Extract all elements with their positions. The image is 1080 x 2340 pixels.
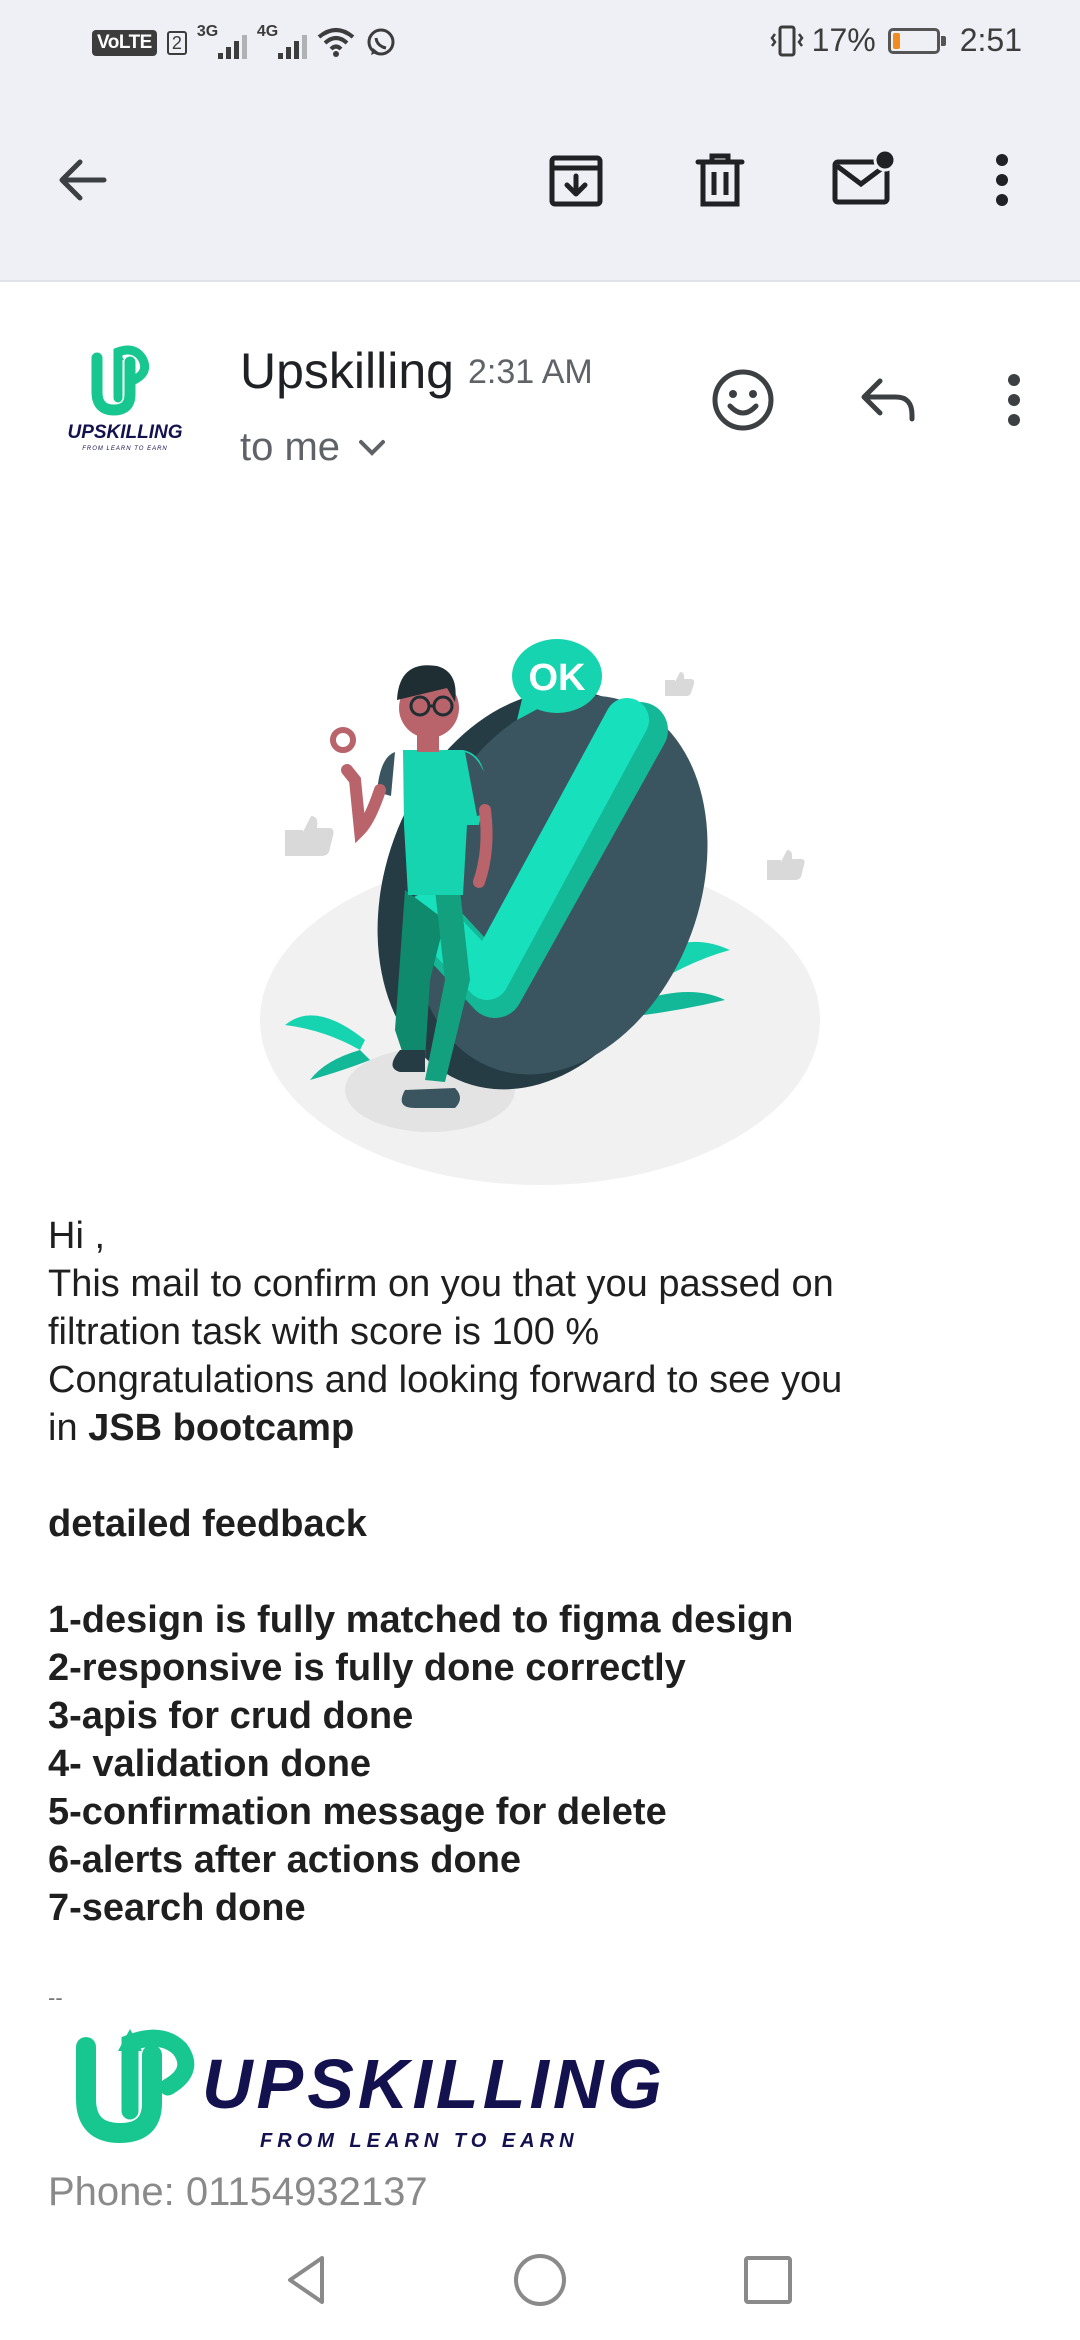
feedback-item: 4- validation done — [48, 1743, 372, 1785]
svg-text:OK: OK — [529, 657, 587, 699]
svg-text:UPSKILLING: UPSKILLING — [67, 422, 182, 443]
delete-button[interactable] — [680, 140, 760, 220]
more-vert-icon — [996, 154, 1008, 206]
nav-home-button[interactable] — [510, 2250, 570, 2310]
whatsapp-icon — [367, 28, 395, 56]
feedback-item: 1-design is fully matched to figma desig… — [48, 1599, 794, 1641]
body-line: in JSB bootcamp — [48, 1407, 355, 1449]
feedback-item: 7-search done — [48, 1887, 306, 1929]
svg-text:FROM LEARN TO EARN: FROM LEARN TO EARN — [260, 2130, 579, 2152]
signature-phone: Phone: 01154932137 — [48, 2170, 428, 2214]
vibrate-icon — [770, 25, 804, 56]
wifi-icon — [317, 28, 355, 57]
trash-icon — [695, 153, 745, 207]
more-vert-icon — [1008, 374, 1020, 426]
nav-recents-icon — [744, 2256, 792, 2304]
upskilling-logo: UPSKILLING FROM LEARN TO EARN — [76, 2029, 666, 2152]
message-more-button[interactable] — [974, 360, 1054, 440]
feedback-item: 6-alerts after actions done — [48, 1839, 522, 1881]
battery-percent: 17% — [811, 22, 876, 58]
back-button[interactable] — [42, 140, 122, 220]
email-time: 2:31 AM — [468, 353, 593, 391]
success-illustration: OK — [260, 639, 820, 1185]
clock: 2:51 — [959, 22, 1022, 58]
arrow-back-icon — [59, 159, 107, 201]
chevron-down-icon — [359, 439, 386, 456]
nav-back-icon — [288, 2256, 324, 2304]
react-emoji-button[interactable] — [703, 360, 783, 440]
recipient-details-toggle[interactable]: to me — [240, 425, 386, 470]
signal-4g-icon: 4G — [257, 23, 307, 63]
body-line: Congratulations and looking forward to s… — [48, 1359, 843, 1401]
smiley-icon — [712, 369, 774, 431]
volte-badge: VoLTE — [92, 30, 157, 56]
body-line: filtration task with score is 100 % — [48, 1311, 600, 1353]
nav-recents-button[interactable] — [738, 2250, 798, 2310]
feedback-item: 3-apis for crud done — [48, 1695, 414, 1737]
mail-unread-icon — [832, 150, 895, 205]
sender-avatar[interactable]: UPSKILLING FROM LEARN TO EARN — [50, 340, 200, 460]
body-line: This mail to confirm on you that you pas… — [48, 1263, 834, 1305]
signature-separator: -- — [48, 1985, 63, 2010]
upskilling-logo-small: UPSKILLING FROM LEARN TO EARN — [67, 345, 183, 452]
mark-unread-button[interactable] — [823, 140, 903, 220]
reply-icon — [861, 378, 915, 422]
feedback-item: 2-responsive is fully done correctly — [48, 1647, 686, 1689]
nav-home-icon — [514, 2254, 566, 2306]
svg-text:FROM LEARN TO EARN: FROM LEARN TO EARN — [82, 446, 168, 452]
nav-back-button[interactable] — [278, 2250, 338, 2310]
signal-3g-icon: 3G — [197, 23, 247, 63]
feedback-title: detailed feedback — [48, 1503, 367, 1545]
system-nav-bar — [0, 2220, 1080, 2340]
sim-badge: 2 — [166, 31, 187, 55]
status-right: 17% 2:51 — [770, 22, 1022, 59]
email-toolbar — [0, 90, 1080, 282]
more-options-button[interactable] — [962, 140, 1042, 220]
email-body: Hi , This mail to confirm on you that yo… — [48, 1212, 1038, 1932]
status-bar: VoLTE 2 3G 4G 17% 2:51 — [0, 0, 1080, 90]
bootcamp-name: JSB bootcamp — [88, 1407, 355, 1449]
reply-button[interactable] — [848, 360, 928, 440]
archive-icon — [549, 155, 603, 207]
archive-button[interactable] — [536, 140, 616, 220]
battery-icon — [887, 27, 946, 54]
feedback-item: 5-confirmation message for delete — [48, 1791, 667, 1833]
recipient-label: to me — [240, 425, 341, 469]
svg-text:UPSKILLING: UPSKILLING — [202, 2045, 666, 2123]
greeting: Hi , — [48, 1215, 105, 1257]
sender-name[interactable]: Upskilling — [240, 342, 454, 400]
status-left: VoLTE 2 3G 4G — [92, 20, 397, 66]
